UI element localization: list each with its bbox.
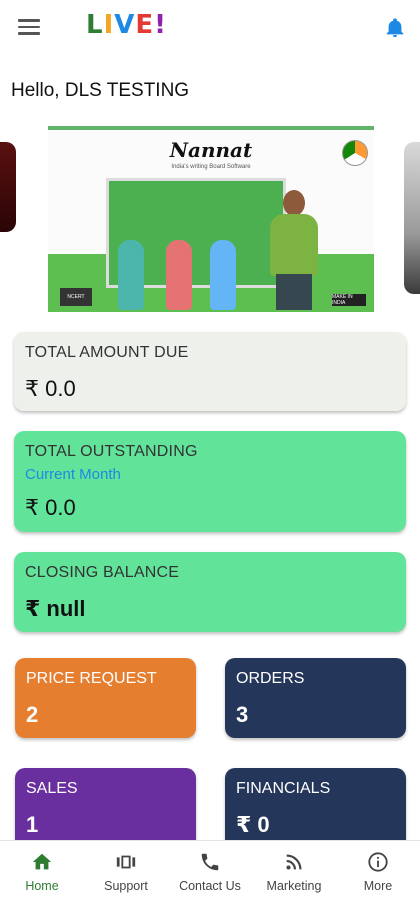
tile-value: ₹ 0 xyxy=(236,812,270,837)
app-logo: LIVE! xyxy=(86,10,167,40)
orders-tile[interactable]: ORDERS 3 xyxy=(225,658,406,738)
phone-icon xyxy=(201,853,219,871)
nav-marketing[interactable]: Marketing xyxy=(252,841,336,900)
logo-letter: V xyxy=(114,10,136,40)
child-illustration xyxy=(210,240,236,310)
tile-value: 1 xyxy=(26,812,39,837)
child-illustration xyxy=(166,240,192,310)
banner-subtitle: India's writing Board Software xyxy=(171,164,251,170)
nav-contact-us[interactable]: Contact Us xyxy=(168,841,252,900)
ncert-badge: NCERT xyxy=(60,288,92,306)
rss-icon xyxy=(286,854,302,870)
total-amount-due-card[interactable]: TOTAL AMOUNT DUE ₹ 0.0 xyxy=(14,332,406,411)
info-icon xyxy=(368,852,388,872)
nav-more[interactable]: More xyxy=(336,841,420,900)
card-subtitle: Current Month xyxy=(25,466,121,483)
logo-letter: ! xyxy=(154,10,168,40)
card-title: TOTAL OUTSTANDING xyxy=(25,443,198,460)
nav-label: Support xyxy=(104,879,148,893)
nav-label: Contact Us xyxy=(179,879,241,893)
banner-slide[interactable]: Nannat India's writing Board Software NC… xyxy=(48,126,374,312)
banner-title: Nannat xyxy=(169,138,253,162)
logo-letter: I xyxy=(103,10,115,40)
app-screen: LIVE! Hello, DLS TESTING Nannat India's … xyxy=(0,0,420,900)
card-value: ₹ 0.0 xyxy=(25,376,76,401)
total-outstanding-card[interactable]: TOTAL OUTSTANDING Current Month ₹ 0.0 xyxy=(14,431,406,532)
logo-letter: E xyxy=(135,10,155,40)
tile-title: PRICE REQUEST xyxy=(26,670,157,687)
greeting-text: Hello, DLS TESTING xyxy=(11,80,190,101)
home-icon xyxy=(32,853,52,870)
banner-carousel[interactable]: Nannat India's writing Board Software NC… xyxy=(0,126,420,312)
child-illustration xyxy=(118,240,144,310)
card-value: ₹ null xyxy=(25,596,86,621)
bell-icon[interactable] xyxy=(384,16,406,40)
tile-title: SALES xyxy=(26,780,78,797)
hamburger-menu-icon[interactable] xyxy=(18,19,40,37)
support-icon xyxy=(116,855,136,869)
tile-value: 2 xyxy=(26,702,39,727)
tile-value: 3 xyxy=(236,702,249,727)
logo-letter: L xyxy=(86,10,104,40)
make-in-india-badge: MAKE IN INDIA xyxy=(332,294,366,306)
card-title: CLOSING BALANCE xyxy=(25,564,180,581)
nav-home[interactable]: Home xyxy=(0,841,84,900)
carousel-next-slide[interactable] xyxy=(404,142,420,294)
bottom-navigation: Home Support Contact Us Marketing More xyxy=(0,840,420,900)
nav-label: Home xyxy=(25,879,59,893)
top-app-bar: LIVE! xyxy=(0,0,420,56)
tile-title: FINANCIALS xyxy=(236,780,331,797)
nav-label: More xyxy=(363,879,393,893)
carousel-prev-slide[interactable] xyxy=(0,142,16,232)
price-request-tile[interactable]: PRICE REQUEST 2 xyxy=(15,658,196,738)
nav-support[interactable]: Support xyxy=(84,841,168,900)
emblem-logo xyxy=(342,140,368,166)
card-title: TOTAL AMOUNT DUE xyxy=(25,344,189,361)
presenter-illustration xyxy=(266,190,322,310)
card-value: ₹ 0.0 xyxy=(25,495,76,520)
tile-title: ORDERS xyxy=(236,670,305,687)
nav-label: Marketing xyxy=(266,879,322,893)
closing-balance-card[interactable]: CLOSING BALANCE ₹ null xyxy=(14,552,406,632)
